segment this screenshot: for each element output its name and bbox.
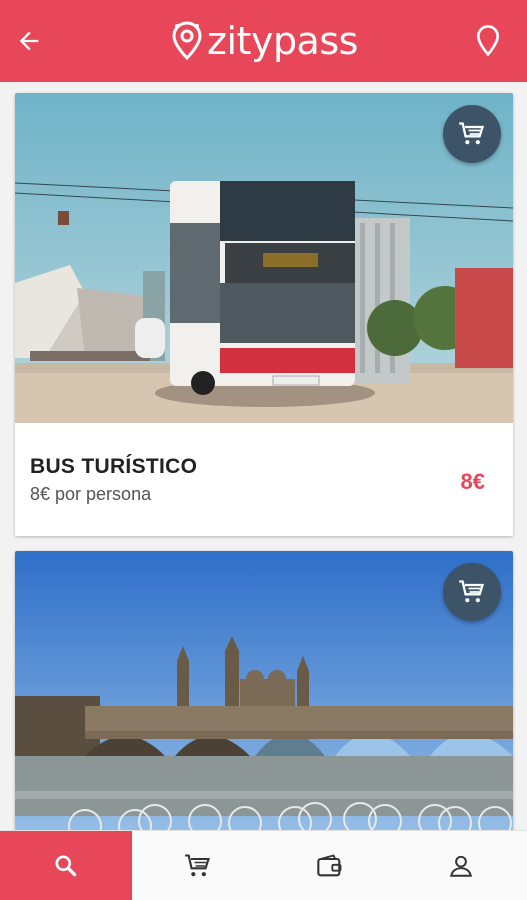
card-price: 8€: [460, 469, 485, 494]
logo-pin-icon: [172, 21, 202, 61]
nav-profile[interactable]: [395, 831, 527, 900]
bus-photo: [15, 93, 513, 423]
cart-icon: [184, 854, 210, 877]
nav-search[interactable]: [0, 831, 132, 900]
app-name: zitypass: [207, 19, 358, 63]
bottom-navigation: [0, 830, 527, 900]
back-button[interactable]: [12, 24, 46, 58]
card-subtitle: 8€ por persona: [30, 484, 152, 504]
card-info: BUS TURÍSTICO 8€ por persona 8€: [15, 423, 513, 536]
nav-cart[interactable]: [132, 831, 264, 900]
map-pin-icon: [476, 25, 500, 57]
tour-card[interactable]: BUS TURÍSTICO 8€ por persona 8€: [15, 93, 513, 536]
tour-card[interactable]: [15, 551, 513, 830]
add-to-cart-button[interactable]: [443, 563, 501, 621]
card-title: BUS TURÍSTICO: [30, 455, 198, 478]
cart-icon: [459, 580, 485, 603]
tour-list: BUS TURÍSTICO 8€ por persona 8€: [0, 82, 527, 830]
app-bar: zitypass: [0, 0, 527, 82]
wallet-icon: [316, 854, 341, 877]
app-logo: zitypass: [169, 19, 358, 63]
location-button[interactable]: [471, 24, 505, 58]
arrow-left-icon: [19, 31, 39, 51]
add-to-cart-button[interactable]: [443, 105, 501, 163]
user-icon: [450, 855, 473, 877]
search-icon: [55, 855, 77, 877]
nav-wallet[interactable]: [264, 831, 396, 900]
bridge-photo: [15, 551, 513, 830]
cart-icon: [459, 122, 485, 145]
